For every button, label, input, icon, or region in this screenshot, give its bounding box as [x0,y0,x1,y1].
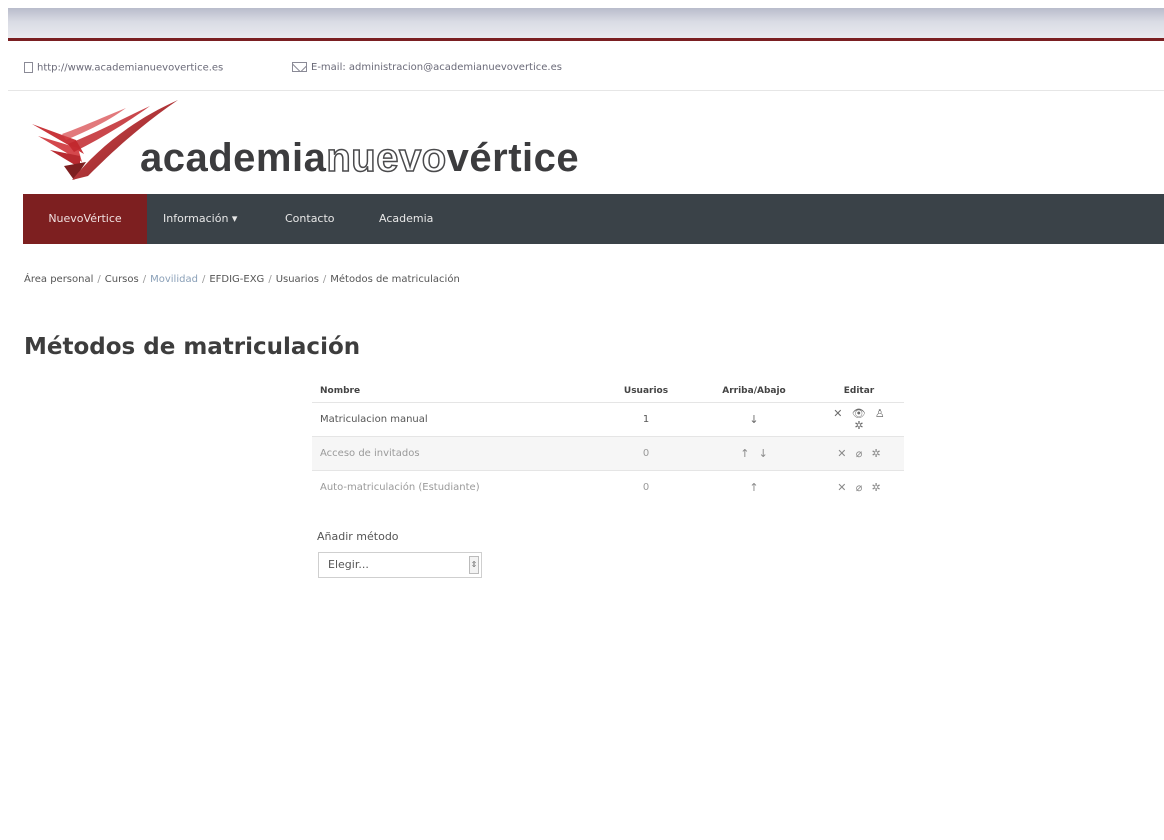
nav-item-academia[interactable]: Academia [379,194,433,244]
add-method-select[interactable]: Elegir... ⇕ [318,552,482,578]
arrow-up-icon[interactable]: ↑ [740,448,749,459]
logo-wordmark: academianuevovértice [140,135,580,181]
logo-part-academia: academia [140,136,327,180]
breadcrumb-item[interactable]: Movilidad [150,274,198,285]
logo-part-nuevo: nuevo [326,135,447,181]
column-header-users: Usuarios [623,386,669,396]
contact-bar: http://www.academianuevovertice.es E-mai… [8,48,1164,91]
settings-icon[interactable]: ✲ [854,420,863,431]
method-name: Auto-matriculación (Estudiante) [312,470,598,504]
breadcrumb: Área personal / Cursos / Movilidad / EFDIG-EXG… [24,274,460,285]
nav-item-informacion[interactable]: Información ▾ [163,194,237,244]
top-accent-line [8,38,1164,41]
delete-icon[interactable]: ✕ [837,482,846,493]
settings-icon[interactable]: ✲ [872,448,881,459]
table-row: Matriculacion manual 1 ↓ ✕ 👁 ♙ ✲ [312,402,904,437]
nav-item-label: Información ▾ [163,212,238,225]
method-name: Acceso de invitados [312,436,598,471]
nav-item-label: NuevoVértice [48,212,122,225]
disable-icon[interactable]: 👁 [852,408,866,419]
enrol-users-icon[interactable]: ♙ [875,408,885,419]
column-header-name: Nombre [320,386,361,396]
website-text: http://www.academianuevovertice.es [37,62,224,74]
website-link[interactable]: http://www.academianuevovertice.es [24,62,223,74]
add-method-label: Añadir método [317,530,399,543]
bookmark-icon [24,62,33,73]
select-arrows-icon: ⇕ [469,556,479,574]
browser-top-bar [8,8,1164,38]
site-logo[interactable]: academianuevovértice [28,96,588,196]
enable-icon[interactable]: ⌀ [856,448,863,459]
breadcrumb-item[interactable]: Usuarios [276,274,319,285]
method-name: Matriculacion manual [312,402,598,437]
enrolment-methods-table: Nombre Usuarios Arriba/Abajo Editar Matr… [312,380,904,504]
enable-icon[interactable]: ⌀ [856,482,863,493]
column-header-updown: Arriba/Abajo [722,386,786,396]
table-row: Acceso de invitados 0 ↑ ↓ ✕ ⌀ ✲ [312,436,904,471]
breadcrumb-item[interactable]: Área personal [24,274,93,285]
main-nav: NuevoVértice Información ▾ Contacto Acad… [23,194,1164,244]
method-users: 0 [598,470,694,504]
breadcrumb-item-current: Métodos de matriculación [330,274,460,285]
logo-part-vertice: vértice [446,136,580,180]
breadcrumb-item[interactable]: Cursos [105,274,139,285]
nav-item-label: Contacto [285,212,335,225]
settings-icon[interactable]: ✲ [872,482,881,493]
arrow-up-icon[interactable]: ↑ [749,482,758,493]
delete-icon[interactable]: ✕ [833,408,842,419]
arrow-down-icon[interactable]: ↓ [749,414,758,425]
nav-item-label: Academia [379,212,434,225]
breadcrumb-item[interactable]: EFDIG-EXG [209,274,264,285]
table-row: Auto-matriculación (Estudiante) 0 ↑ ✕ ⌀ … [312,470,904,504]
add-method-select-value: Elegir... [328,558,369,571]
email-link[interactable]: E-mail: administracion@academianuevovert… [292,62,562,73]
email-text: E-mail: administracion@academianuevovert… [311,62,562,73]
nav-item-contacto[interactable]: Contacto [285,194,335,244]
method-users: 1 [598,402,694,437]
mail-icon [292,62,307,72]
column-header-edit: Editar [843,386,875,396]
arrow-down-icon[interactable]: ↓ [759,448,768,459]
page-frame: http://www.academianuevovertice.es E-mai… [8,8,1164,840]
nav-item-nuevovertice[interactable]: NuevoVértice [23,194,147,244]
page-title: Métodos de matriculación [24,334,361,360]
delete-icon[interactable]: ✕ [837,448,846,459]
method-users: 0 [598,436,694,471]
